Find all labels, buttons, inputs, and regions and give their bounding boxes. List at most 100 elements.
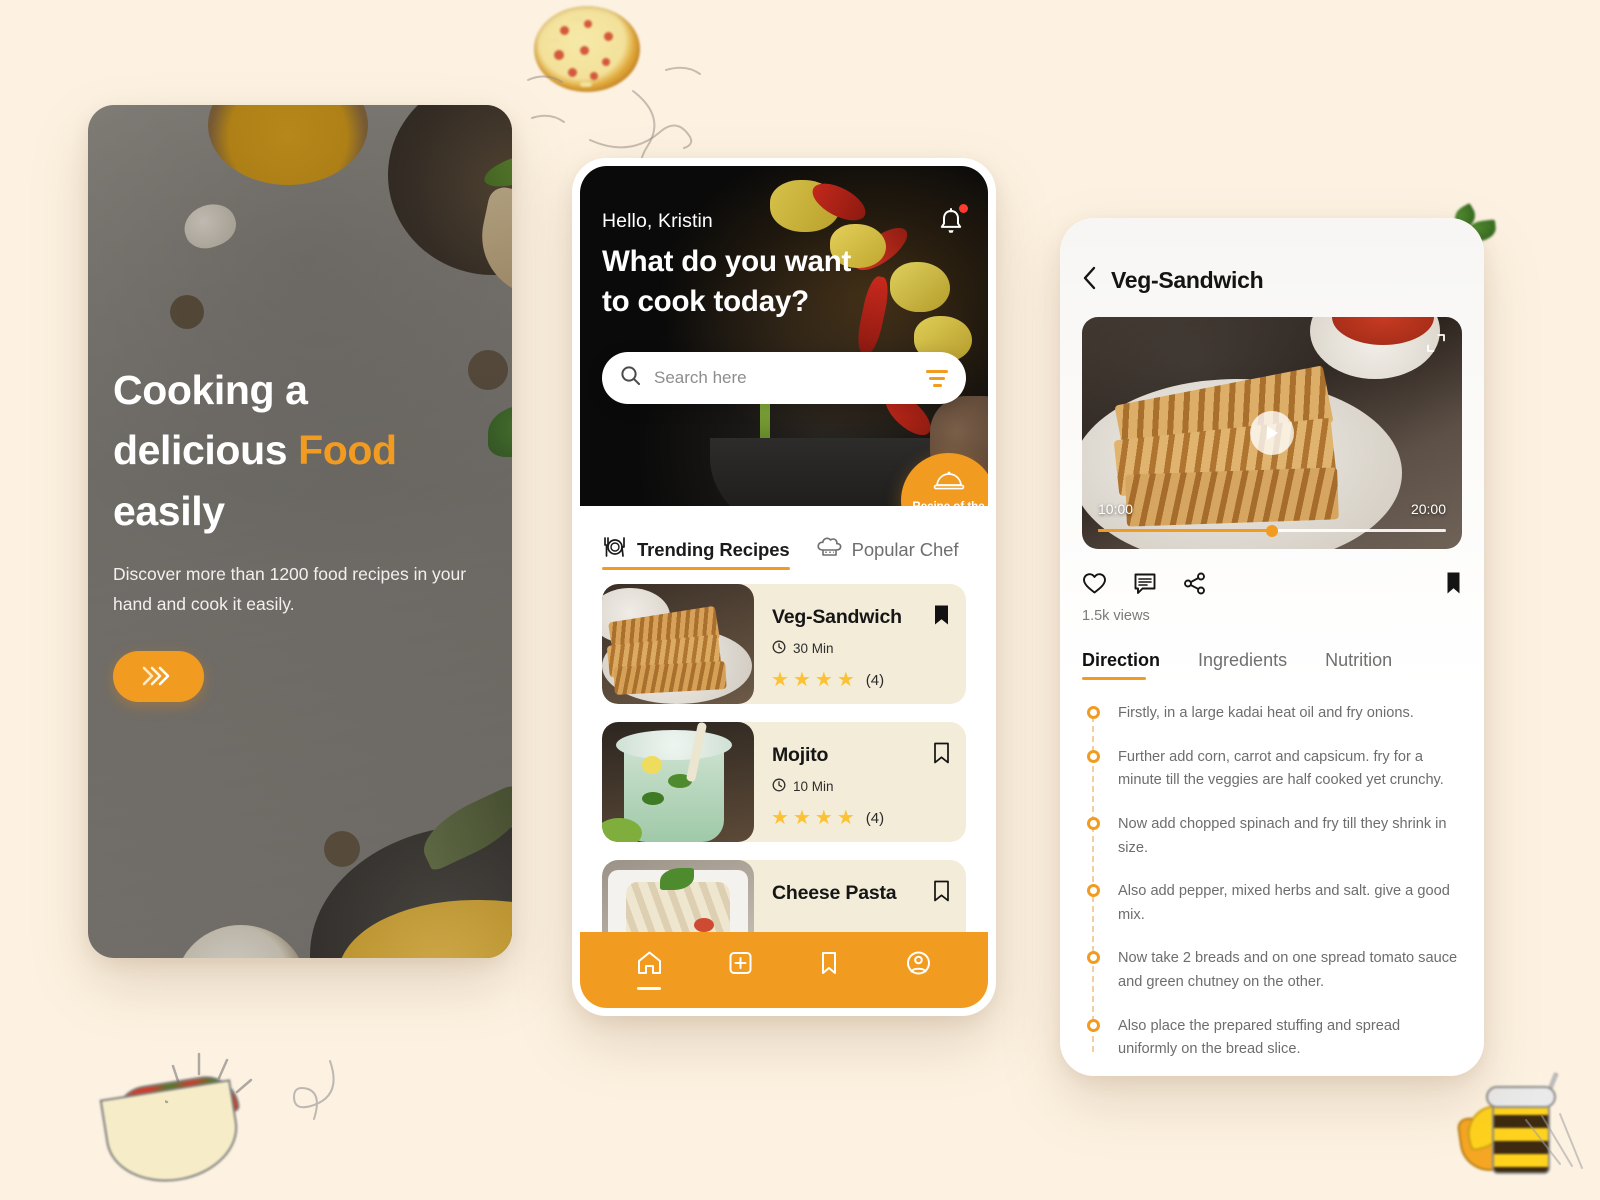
nav-profile-button[interactable] bbox=[905, 950, 932, 990]
recipe-title: Veg-Sandwich bbox=[772, 606, 902, 628]
nav-home-button[interactable] bbox=[636, 950, 663, 990]
bookmark-icon[interactable] bbox=[933, 604, 950, 631]
tab-popular-chef[interactable]: Popular Chef bbox=[816, 536, 959, 570]
step-bullet-icon bbox=[1087, 951, 1100, 965]
get-started-button[interactable] bbox=[113, 650, 204, 702]
step-text: Also place the prepared stuffing and spr… bbox=[1118, 1017, 1401, 1058]
step-bullet-icon bbox=[1087, 816, 1100, 830]
home-icon bbox=[636, 950, 663, 981]
star-icon: ★ bbox=[771, 669, 789, 691]
salt-rim bbox=[616, 730, 732, 760]
comment-icon[interactable] bbox=[1133, 572, 1157, 600]
step-text: Further add corn, carrot and capsicum. f… bbox=[1118, 748, 1444, 789]
heart-icon[interactable] bbox=[1082, 572, 1107, 600]
tab-ingredients[interactable]: Ingredients bbox=[1198, 650, 1287, 680]
onboarding-screen: Cooking a delicious Food easily Discover… bbox=[88, 105, 512, 958]
filter-icon[interactable] bbox=[926, 369, 948, 387]
cloche-icon bbox=[933, 471, 965, 496]
recipe-time-label: 10 Min bbox=[793, 779, 834, 794]
recipe-card[interactable]: Mojito 10 Min ★ ★ ★ ★ (4) bbox=[602, 722, 966, 842]
nav-add-button[interactable] bbox=[727, 950, 754, 990]
nav-saved-button[interactable] bbox=[817, 950, 841, 990]
star-icon: ★ bbox=[771, 807, 789, 829]
heading-line-1: Cooking a bbox=[113, 367, 308, 413]
greeting-text: Hello, Kristin bbox=[602, 210, 713, 232]
notification-badge-dot bbox=[959, 204, 968, 213]
cutlery-plate-icon bbox=[602, 536, 628, 563]
step-text: Also add pepper, mixed herbs and salt. g… bbox=[1118, 883, 1450, 923]
clock-icon bbox=[772, 778, 786, 795]
heading-accent-food: Food bbox=[298, 427, 397, 474]
tomato-bit bbox=[694, 918, 714, 932]
list-item: Now add chopped spinach and fry till the… bbox=[1087, 813, 1460, 860]
list-item: Also add pepper, mixed herbs and salt. g… bbox=[1087, 880, 1460, 927]
expand-icon[interactable] bbox=[1426, 333, 1446, 358]
recipe-time: 30 Min bbox=[772, 640, 834, 657]
bottom-navigation bbox=[580, 932, 988, 1008]
heading-line-2-plain: delicious bbox=[113, 427, 299, 474]
recipe-detail-screen: Veg-Sandwich 10:00 20:00 1.5k views Dire… bbox=[1060, 218, 1484, 1076]
rotd-line-1: Recipe of the bbox=[912, 501, 984, 506]
home-tabs: Trending Recipes Popular Chef bbox=[580, 506, 988, 570]
bookmark-icon[interactable] bbox=[933, 742, 950, 769]
recipe-thumbnail bbox=[602, 722, 754, 842]
detail-tabs: Direction Ingredients Nutrition bbox=[1060, 624, 1484, 680]
honey-jar-doodle bbox=[1444, 1072, 1584, 1192]
search-icon bbox=[620, 365, 641, 391]
search-input[interactable] bbox=[654, 368, 926, 388]
video-progress-slider[interactable] bbox=[1098, 524, 1446, 537]
recipe-time: 10 Min bbox=[772, 778, 834, 795]
list-item: Firstly, in a large kadai heat oil and f… bbox=[1087, 702, 1460, 726]
list-item: Also place the prepared stuffing and spr… bbox=[1087, 1015, 1460, 1062]
video-player[interactable]: 10:00 20:00 bbox=[1082, 317, 1462, 549]
step-bullet-icon bbox=[1087, 706, 1100, 719]
step-bullet-icon bbox=[1087, 1018, 1100, 1032]
star-icon: ★ bbox=[792, 669, 811, 691]
onboarding-subtitle: Discover more than 1200 food recipes in … bbox=[113, 563, 467, 614]
onboarding-content: Cooking a delicious Food easily Discover… bbox=[113, 360, 487, 702]
sandwich-bottom bbox=[613, 661, 727, 695]
view-count: 1.5k views bbox=[1082, 608, 1150, 624]
recipe-card[interactable]: Veg-Sandwich 30 Min ★ ★ ★ ★ (4) bbox=[602, 584, 966, 704]
share-icon[interactable] bbox=[1183, 572, 1207, 600]
list-item: Now take 2 breads and on one spread toma… bbox=[1087, 947, 1460, 994]
taco-doodle bbox=[98, 1063, 258, 1191]
play-icon[interactable] bbox=[1250, 411, 1294, 455]
recipe-card-body: Mojito 10 Min ★ ★ ★ ★ (4) bbox=[754, 722, 966, 842]
rating-count: (4) bbox=[865, 809, 885, 827]
tab-trending-recipes-label: Trending Recipes bbox=[637, 538, 790, 560]
lemon bbox=[642, 756, 662, 774]
heading-line-2: delicious Food bbox=[113, 420, 487, 480]
mint bbox=[642, 792, 664, 805]
tab-trending-recipes[interactable]: Trending Recipes bbox=[602, 536, 790, 570]
recipe-list: Veg-Sandwich 30 Min ★ ★ ★ ★ (4) Mojito 1… bbox=[580, 570, 988, 980]
honey-rays-doodle bbox=[1525, 1113, 1583, 1169]
curl-doodle bbox=[292, 1060, 335, 1120]
plus-box-icon bbox=[727, 950, 754, 981]
sandwich-slice-bottom bbox=[1125, 467, 1339, 527]
onboarding-heading: Cooking a delicious Food easily bbox=[113, 360, 487, 541]
recipe-card-body: Veg-Sandwich 30 Min ★ ★ ★ ★ (4) bbox=[754, 584, 966, 704]
pizza-doodle bbox=[524, 2, 652, 98]
profile-icon bbox=[905, 950, 932, 981]
recipe-of-the-day-label: Recipe of the Day bbox=[904, 500, 988, 506]
tab-direction[interactable]: Direction bbox=[1082, 650, 1160, 680]
step-text: Now take 2 breads and on one spread toma… bbox=[1118, 950, 1458, 991]
detail-header: Veg-Sandwich bbox=[1060, 218, 1484, 295]
step-bullet-icon bbox=[1087, 884, 1100, 898]
home-screen-inner: Hello, Kristin What do you want to cook … bbox=[580, 166, 988, 1008]
home-headline: What do you want to cook today? bbox=[602, 242, 928, 322]
step-text: Now add chopped spinach and fry till the… bbox=[1118, 815, 1447, 856]
double-chevron-right-icon bbox=[142, 666, 171, 686]
recipe-title: Cheese Pasta bbox=[772, 882, 897, 904]
page-title: Veg-Sandwich bbox=[1111, 267, 1264, 293]
taco-sparkle-doodle bbox=[165, 1052, 253, 1104]
chevron-left-icon[interactable] bbox=[1082, 266, 1098, 295]
search-bar[interactable] bbox=[602, 352, 966, 404]
tab-nutrition[interactable]: Nutrition bbox=[1325, 650, 1392, 680]
bookmark-icon bbox=[818, 950, 840, 981]
bookmark-icon[interactable] bbox=[933, 880, 950, 907]
video-progress-knob[interactable] bbox=[1266, 524, 1278, 537]
star-icon: ★ bbox=[792, 807, 811, 829]
bookmark-icon[interactable] bbox=[1445, 571, 1462, 600]
